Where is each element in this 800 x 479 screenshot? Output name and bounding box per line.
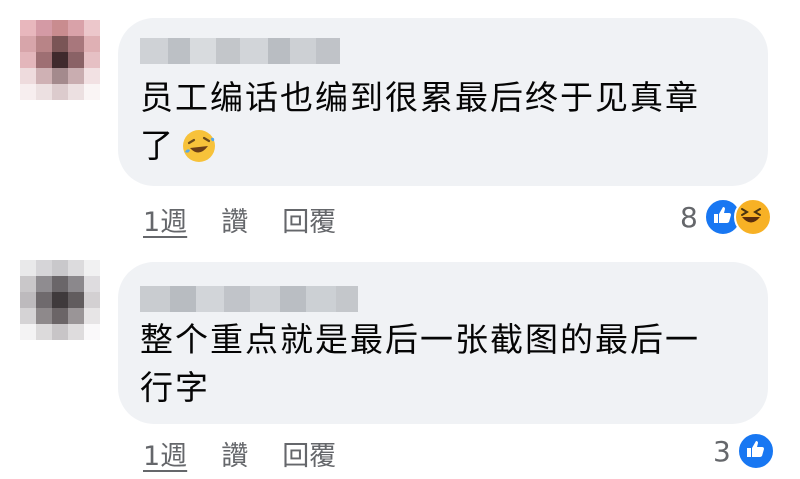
author-name[interactable] (140, 286, 358, 312)
comment-text-line2: 行字 (140, 368, 210, 407)
reaction-summary[interactable]: 3 (713, 432, 775, 470)
comment-text: 整个重点就是最后一张截图的最后一 行字 (140, 316, 760, 412)
comment-2: 整个重点就是最后一张截图的最后一 行字 1週 讚 回覆 3 (0, 0, 800, 479)
reply-button[interactable]: 回覆 (282, 434, 336, 473)
like-icon (736, 432, 775, 470)
avatar[interactable] (20, 260, 100, 340)
timestamp-link[interactable]: 1週 (143, 434, 187, 473)
reaction-count: 3 (713, 434, 731, 468)
comment-actions: 1週 讚 回覆 (143, 434, 370, 473)
comment-text-line1: 整个重点就是最后一张截图的最后一 (140, 320, 700, 359)
like-button[interactable]: 讚 (221, 434, 248, 473)
